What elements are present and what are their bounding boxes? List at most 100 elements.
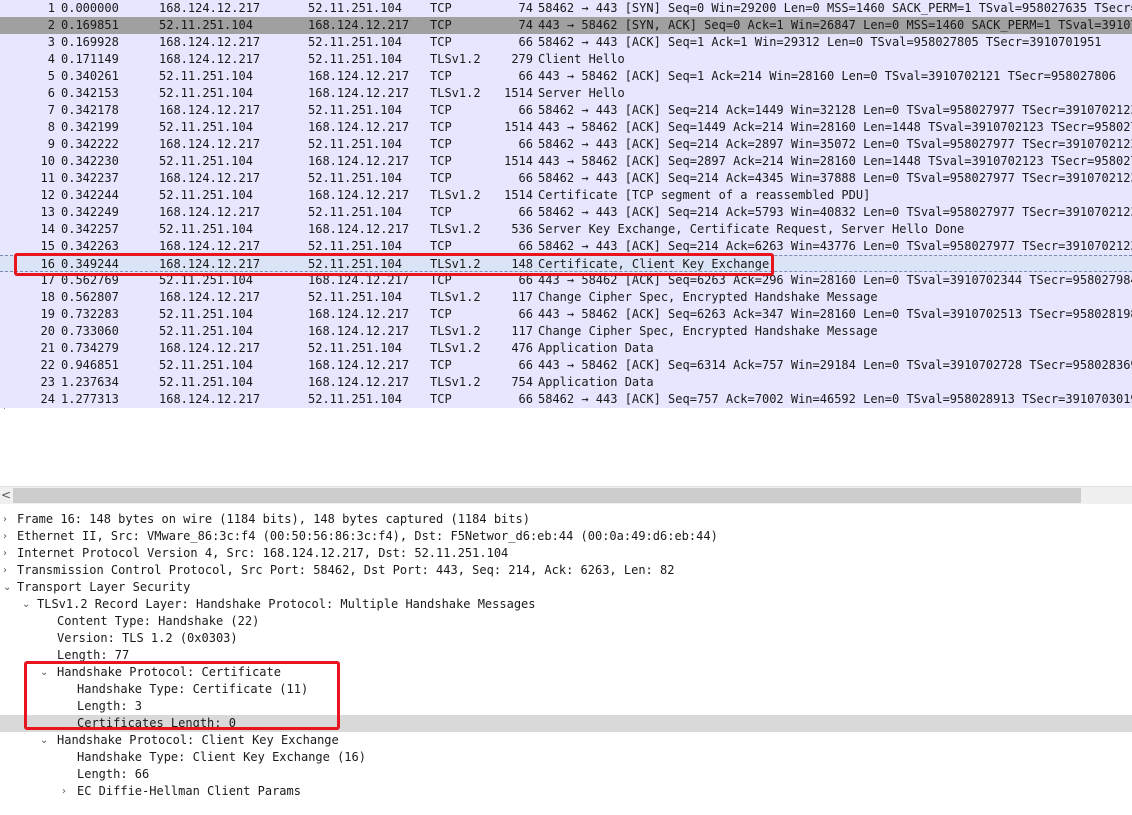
packet-source: 168.124.12.217 [159, 171, 261, 185]
packet-protocol: TCP [430, 18, 452, 32]
packet-protocol: TLSv1.2 [430, 290, 481, 304]
packet-time: 0.732283 [61, 307, 119, 321]
packet-info: 58462 → 443 [ACK] Seq=214 Ack=1449 Win=3… [538, 103, 1132, 117]
packet-row[interactable]: 9 0.342222 168.124.12.217 52.11.251.104 TCP 6… [0, 136, 1132, 153]
tree-item-label: TLSv1.2 Record Layer: Handshake Protocol… [37, 597, 536, 611]
tree-item-label: Internet Protocol Version 4, Src: 168.12… [17, 546, 509, 560]
packet-row[interactable]: 14 0.342257 52.11.251.104 168.124.12.217 TLS… [0, 221, 1132, 238]
packet-source: 168.124.12.217 [159, 341, 261, 355]
chevron-right-icon[interactable]: › [3, 511, 7, 528]
packet-row[interactable]: 12 0.342244 52.11.251.104 168.124.12.217 TLS… [0, 187, 1132, 204]
horizontal-scrollbar[interactable]: < [0, 486, 1132, 504]
tree-item[interactable]: Handshake Type: Client Key Exchange (16) [0, 749, 1132, 766]
chevron-right-icon[interactable]: › [3, 545, 7, 562]
tree-item[interactable]: › Transmission Control Protocol, Src Port… [0, 562, 1132, 579]
chevron-right-icon[interactable]: › [3, 562, 7, 579]
packet-no: 11 [40, 171, 55, 185]
packet-protocol: TLSv1.2 [430, 188, 481, 202]
packet-time: 0.342257 [61, 222, 119, 236]
packet-info: Change Cipher Spec, Encrypted Handshake … [538, 324, 878, 338]
tree-item[interactable]: ⌄ Transport Layer Security [0, 579, 1132, 596]
packet-row[interactable]: 2 0.169851 52.11.251.104 168.124.12.217 TCP 7… [0, 17, 1132, 34]
packet-row[interactable]: 22 0.946851 52.11.251.104 168.124.12.217 TCP… [0, 357, 1132, 374]
packet-info: Certificate [TCP segment of a reassemble… [538, 188, 871, 202]
packet-length: 66 [518, 205, 533, 219]
packet-row[interactable]: 18 0.562807 168.124.12.217 52.11.251.104 TLS… [0, 289, 1132, 306]
packet-protocol: TCP [430, 205, 452, 219]
packet-info: Client Hello [538, 52, 625, 66]
scroll-left-icon[interactable]: < [0, 487, 12, 504]
packet-row[interactable]: 1 0.000000 168.124.12.217 52.11.251.104 TCP 7… [0, 0, 1132, 17]
tree-item[interactable]: Version: TLS 1.2 (0x0303) [0, 630, 1132, 647]
packet-length: 66 [518, 103, 533, 117]
packet-time: 0.734279 [61, 341, 119, 355]
packet-protocol: TCP [430, 1, 452, 15]
packet-destination: 168.124.12.217 [308, 154, 410, 168]
packet-length: 1514 [504, 120, 533, 134]
packet-length: 66 [518, 392, 533, 406]
packet-row[interactable]: 19 0.732283 52.11.251.104 168.124.12.217 TCP… [0, 306, 1132, 323]
packet-row[interactable]: 10 0.342230 52.11.251.104 168.124.12.217 TCP… [0, 153, 1132, 170]
packet-no: 21 [40, 341, 55, 355]
packet-protocol: TLSv1.2 [430, 341, 481, 355]
tree-item[interactable]: › Frame 16: 148 bytes on wire (1184 bits)… [0, 511, 1132, 528]
tree-item[interactable]: Content Type: Handshake (22) [0, 613, 1132, 630]
packet-destination: 168.124.12.217 [308, 86, 410, 100]
packet-destination: 168.124.12.217 [308, 307, 410, 321]
packet-row[interactable]: 21 0.734279 168.124.12.217 52.11.251.104 TLS… [0, 340, 1132, 357]
packet-info: Server Hello [538, 86, 625, 100]
packet-row[interactable]: 23 1.237634 52.11.251.104 168.124.12.217 TLS… [0, 374, 1132, 391]
annotation-box-selected-packet [14, 253, 774, 276]
tree-item[interactable]: › EC Diffie-Hellman Client Params [0, 783, 1132, 800]
tree-item-label: Frame 16: 148 bytes on wire (1184 bits),… [17, 512, 530, 526]
packet-row[interactable]: 8 0.342199 52.11.251.104 168.124.12.217 TCP 1… [0, 119, 1132, 136]
packet-row[interactable]: 13 0.342249 168.124.12.217 52.11.251.104 TCP… [0, 204, 1132, 221]
packet-row[interactable]: 11 0.342237 168.124.12.217 52.11.251.104 TCP… [0, 170, 1132, 187]
packet-time: 0.342199 [61, 120, 119, 134]
packet-destination: 168.124.12.217 [308, 222, 410, 236]
packet-protocol: TCP [430, 137, 452, 151]
chevron-down-icon[interactable]: ⌄ [22, 596, 30, 613]
packet-no: 1 [47, 1, 55, 15]
packet-row[interactable]: 5 0.340261 52.11.251.104 168.124.12.217 TCP 6… [0, 68, 1132, 85]
packet-length: 279 [511, 52, 533, 66]
chevron-down-icon[interactable]: ⌄ [3, 579, 11, 596]
packet-info: 443 → 58462 [ACK] Seq=6314 Ack=757 Win=2… [538, 358, 1132, 372]
packet-row[interactable]: 24 1.277313 168.124.12.217 52.11.251.104 TCP… [0, 391, 1132, 408]
chevron-right-icon[interactable]: › [3, 528, 7, 545]
packet-row[interactable]: 6 0.342153 52.11.251.104 168.124.12.217 TLSv… [0, 85, 1132, 102]
packet-source: 52.11.251.104 [159, 188, 253, 202]
packet-time: 0.340261 [61, 69, 119, 83]
chevron-down-icon[interactable]: ⌄ [40, 732, 48, 749]
packet-no: 3 [47, 35, 55, 49]
packet-no: 23 [40, 375, 55, 389]
packet-destination: 168.124.12.217 [308, 358, 410, 372]
packet-length: 117 [511, 324, 533, 338]
chevron-right-icon[interactable]: › [62, 783, 66, 800]
packet-info: 58462 → 443 [ACK] Seq=757 Ack=7002 Win=4… [538, 392, 1132, 406]
packet-row[interactable]: 3 0.169928 168.124.12.217 52.11.251.104 TCP 6… [0, 34, 1132, 51]
packet-row[interactable]: 4 0.171149 168.124.12.217 52.11.251.104 TLSv… [0, 51, 1132, 68]
packet-length: 476 [511, 341, 533, 355]
tree-item[interactable]: Length: 66 [0, 766, 1132, 783]
packet-row[interactable]: 7 0.342178 168.124.12.217 52.11.251.104 TCP 6… [0, 102, 1132, 119]
packet-protocol: TCP [430, 120, 452, 134]
tree-item[interactable]: ⌄ Handshake Protocol: Client Key Exchange [0, 732, 1132, 749]
packet-time: 0.342230 [61, 154, 119, 168]
packet-no: 10 [40, 154, 55, 168]
packet-time: 0.342178 [61, 103, 119, 117]
packet-protocol: TLSv1.2 [430, 52, 481, 66]
packet-protocol: TCP [430, 307, 452, 321]
tree-item[interactable]: ⌄ TLSv1.2 Record Layer: Handshake Protoco… [0, 596, 1132, 613]
packet-row[interactable]: 20 0.733060 52.11.251.104 168.124.12.217 TLS… [0, 323, 1132, 340]
packet-list: 1 0.000000 168.124.12.217 52.11.251.104 TCP 7… [0, 0, 1132, 409]
tree-item[interactable]: › Internet Protocol Version 4, Src: 168.1… [0, 545, 1132, 562]
tree-item[interactable]: › Ethernet II, Src: VMware_86:3c:f4 (00:5… [0, 528, 1132, 545]
packet-destination: 168.124.12.217 [308, 324, 410, 338]
packet-protocol: TLSv1.2 [430, 86, 481, 100]
scrollbar-thumb[interactable] [13, 488, 1081, 503]
packet-protocol: TLSv1.2 [430, 222, 481, 236]
packet-destination: 168.124.12.217 [308, 375, 410, 389]
packet-no: 6 [47, 86, 55, 100]
packet-info: 443 → 58462 [ACK] Seq=1 Ack=214 Win=2816… [538, 69, 1116, 83]
